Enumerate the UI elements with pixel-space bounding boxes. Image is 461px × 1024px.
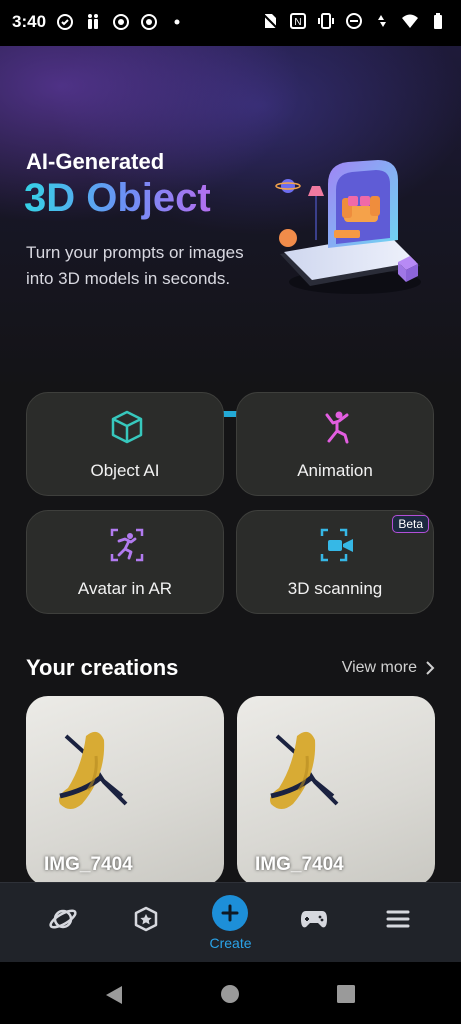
vibrate-icon: [318, 13, 334, 29]
badge-icon: [134, 906, 158, 932]
nav-explore[interactable]: [43, 899, 83, 939]
sync-icon: [57, 14, 73, 30]
data-icon: [378, 15, 386, 27]
chrome-icon: [113, 14, 129, 30]
svg-text:N: N: [294, 17, 301, 28]
chrome-icon: [141, 14, 157, 30]
explore-icon: [49, 909, 77, 929]
3d-scanning-label: 3D scanning: [287, 579, 383, 598]
creation-name: IMG_7404: [44, 854, 133, 875]
nav-games[interactable]: [294, 899, 334, 939]
create-button[interactable]: [212, 895, 248, 931]
status-bar: 3:40 N: [0, 0, 461, 46]
avatar-in-ar-card[interactable]: Avatar in AR: [26, 510, 224, 614]
recents-icon[interactable]: [337, 985, 355, 1003]
beta-badge: Beta: [392, 515, 429, 533]
phone-room-illustration: [275, 160, 421, 294]
avatar-in-ar-label: Avatar in AR: [77, 579, 173, 598]
back-icon[interactable]: [104, 984, 124, 1006]
battery-icon: [434, 13, 442, 29]
nav-badge[interactable]: [126, 899, 166, 939]
wifi-icon: [402, 14, 418, 28]
system-navigation-bar: [0, 962, 461, 1024]
hero-description: Turn your prompts or images into 3D mode…: [26, 243, 244, 288]
dancing-figure-icon: [325, 411, 349, 444]
nfc-icon: N: [290, 13, 306, 29]
menu-icon: [386, 910, 410, 928]
accessibility-icon: [88, 14, 98, 29]
animation-label: Animation: [297, 461, 373, 480]
animation-card[interactable]: Animation: [236, 392, 434, 496]
object-ai-label: Object AI: [90, 461, 160, 480]
cube-icon: [111, 410, 143, 444]
hero-title-line2: 3D Object: [24, 176, 211, 220]
creation-card[interactable]: IMG_7404: [26, 696, 224, 886]
dnd-icon: [346, 13, 362, 29]
hero-banner[interactable]: AI-Generated 3D Object Turn your prompts…: [0, 46, 461, 417]
creation-card[interactable]: IMG_7404: [237, 696, 435, 886]
video-scan-icon: [320, 528, 353, 562]
dot-icon: [174, 19, 180, 25]
view-more-label: View more: [341, 659, 417, 676]
bottom-nav: Create: [0, 882, 461, 963]
create-icon: [221, 904, 239, 922]
hero-title-line1: AI-Generated: [26, 149, 165, 174]
3d-scanning-card[interactable]: Beta 3D scanning: [236, 510, 434, 614]
object-ai-card[interactable]: Object AI: [26, 392, 224, 496]
nav-menu[interactable]: [378, 899, 418, 939]
view-more-link[interactable]: View more: [342, 659, 435, 677]
no-sim-icon: [262, 13, 278, 29]
creation-name: IMG_7404: [255, 854, 344, 875]
creations-title: Your creations: [26, 655, 179, 680]
ar-running-figure-icon: [110, 528, 144, 562]
status-time: 3:40: [12, 12, 47, 31]
game-controller-icon: [301, 911, 327, 928]
home-icon[interactable]: [220, 984, 240, 1004]
chevron-right-icon: [426, 661, 435, 675]
